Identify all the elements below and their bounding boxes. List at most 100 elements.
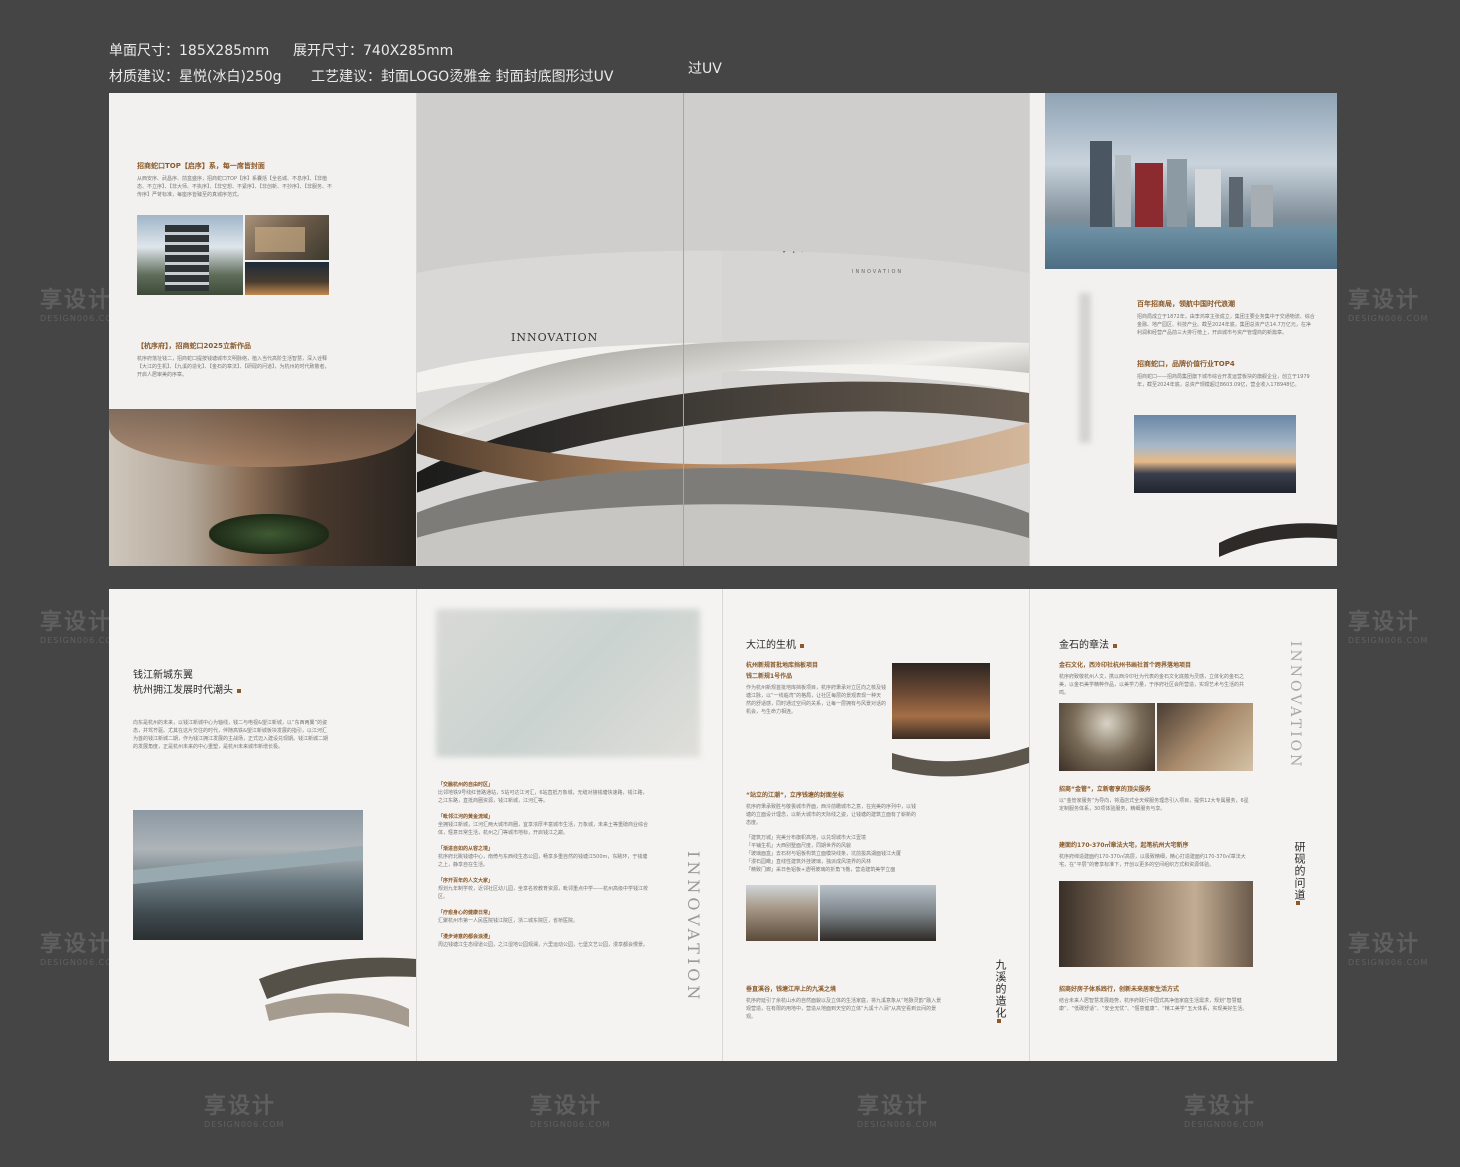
watermark: 享设计 DESIGN006.COM <box>530 1088 610 1129</box>
inner2-sec1-title: 杭州新规首批地库挡板项目 <box>746 662 819 669</box>
inner3-sec4-body: 结合未来人居智慧发展趋势，杭序府践行中国式高净值家庭生活需求，规划“智慧健康”、… <box>1059 998 1248 1012</box>
cover-top-arc <box>416 93 1029 273</box>
inner1-arc-strip <box>259 957 416 1027</box>
item-2-title: 「毗邻江河的黄金流域」 <box>438 814 494 820</box>
watermark: 享设计 DESIGN006.COM <box>857 1088 937 1129</box>
inner2-vertical-title: 九溪的造化 <box>994 959 1007 1019</box>
item-3-title: 「渐进自如的从容之境」 <box>438 846 494 852</box>
outer-right-panel: 百年招商局，领航中国时代浪潮 招商局成立于1872年，由李鸿章主张成立，集团主要… <box>1029 93 1337 566</box>
watermark-main: 享设计 <box>204 1094 277 1119</box>
inner-panel-4: 金石的章法 金石文化，西泠印社杭州书画社首个跨界落地项目 杭序府致敬杭州人文，携… <box>1029 589 1337 1061</box>
outer-right-sec2-body: 招商蛇口——招商局集团旗下城市综合开发运营板块的旗舰企业，创立于1979年，截至… <box>1137 374 1310 388</box>
outer-fold-3 <box>1029 93 1030 566</box>
item-6-body: 周边钱塘江生态绿道公园，之江湿地公园观澜，六里运动公园，七堡文艺公园，漫享都会慢… <box>438 942 649 948</box>
city-aerial-photo <box>133 810 363 940</box>
inner1-title-line2: 杭州拥江发展时代潮头 <box>133 684 241 698</box>
title-marker <box>1113 643 1117 648</box>
inner-fold-2 <box>722 589 723 1061</box>
spec-unfold-size: 展开尺寸：740X285mm <box>293 43 454 59</box>
watermark-sub: DESIGN006.COM <box>1184 1120 1265 1129</box>
outer-right-sec1-body: 招商局成立于1872年，由李鸿章主张成立，集团主要业务集中于交通物流、综合金融、… <box>1137 314 1315 336</box>
watermark-sub: DESIGN006.COM <box>530 1120 611 1129</box>
clubhouse-photo <box>1157 703 1253 771</box>
inner1-title-line1: 钱江新城东翼 <box>133 670 193 681</box>
inner-panel-3: 大江的生机 杭州新规首批地库挡板项目 钱二新规1号作品 作为杭州新规首批地库挡板… <box>722 589 1029 1061</box>
blurred-vertical-text <box>1079 293 1091 443</box>
skyline-photo <box>1045 93 1337 269</box>
villa-photo <box>245 215 329 260</box>
inner1-intro: 向东是杭州的未来，以钱江新城中心为轴线，钱二与电视&望江新城，以“东西两翼”的姿… <box>133 720 329 750</box>
inner1-vertical-word: INNOVATION <box>684 851 703 1004</box>
inner2-sec1-body: 作为杭州新规首批地库挡板项目，杭序府秉承对立区向之核及钱塘江脉，以“一线临湾”的… <box>746 685 886 715</box>
inner-fold-3 <box>1029 589 1030 1061</box>
entrance-photo <box>109 409 416 566</box>
inner2-title-text: 大江的生机 <box>746 640 796 651</box>
outer-left-sec1-title: 招商蛇口TOP【启序】系，每一席皆封面 <box>137 162 265 170</box>
inner3-sec2-body: 以“金管家服务”为导向，将酒店式全天候服务理念引入项目，提供12大专属服务，6星… <box>1059 798 1249 812</box>
list-item: 「平铺生机」大西别墅面尺度，同期世界的风貌 <box>746 843 852 849</box>
inner-fold-1 <box>416 589 417 1061</box>
watermark-main: 享设计 <box>857 1094 930 1119</box>
canopy-photo <box>245 262 329 295</box>
courtyard-photo <box>1059 703 1155 771</box>
watermark-main: 享设计 <box>1348 932 1421 957</box>
inner1-title-line2-text: 杭州拥江发展时代潮头 <box>133 685 233 696</box>
spec-uv-note: 过UV <box>688 61 722 77</box>
outer-sheet: 招商蛇口TOP【启序】系，每一席皆封面 从西安序、武昌序、前盒盛序，招商蛇口TO… <box>109 93 1337 566</box>
inner2-sec3-title: 垂直溪谷，钱塘江岸上的九溪之境 <box>746 986 837 993</box>
spec-material: 材质建议：星悦(冰白)250g <box>109 69 282 85</box>
watermark-sub: DESIGN006.COM <box>857 1120 938 1129</box>
watermark-main: 享设计 <box>1348 288 1421 313</box>
watermark: 享设计 DESIGN006.COM <box>1184 1088 1264 1129</box>
title-marker <box>237 688 241 693</box>
inner2-list: 「建筑万城」完美分布旗帜高地，以兑现城市大江壹境 「平铺生机」大西别墅面尺度，同… <box>746 834 926 874</box>
inner2-arc-strip-1 <box>892 747 1029 777</box>
watermark: 享设计 DESIGN006.COM <box>1348 926 1428 967</box>
watermark-main: 享设计 <box>40 610 113 635</box>
vertical-marker <box>997 1019 1001 1023</box>
item-5-body: 汇聚杭州市第一人民医院钱江院区，浙二城东院区，省桥医院。 <box>438 918 579 924</box>
outer-right-sec2-title: 招商蛇口，品牌价值行业TOP4 <box>1137 360 1235 368</box>
vertical-marker <box>1296 901 1300 905</box>
inner3-sec1-body: 杭序府致敬杭州人文，携以西泠印社为代表的金石文化底蕴为灵感，立体化的金石之美，以… <box>1059 674 1245 696</box>
spec-single-size: 单面尺寸：185X285mm <box>109 43 270 59</box>
inner3-sec4-title: 招商好房子体系践行，创新未来居家生活方式 <box>1059 986 1180 993</box>
watermark-main: 享设计 <box>40 932 113 957</box>
watermark-main: 享设计 <box>1184 1094 1257 1119</box>
watermark-sub: DESIGN006.COM <box>1348 314 1429 323</box>
outer-fold-2 <box>683 93 684 566</box>
outer-left-panel: 招商蛇口TOP【启序】系，每一席皆封面 从西安序、武昌序、前盒盛序，招商蛇口TO… <box>109 93 416 566</box>
title-marker <box>800 643 804 648</box>
inner2-sec2-body: 杭序府秉承致胜与敬畏城市界面，西泠前瞻城市之意，在完美的序列中，以钱塘的立面设计… <box>746 804 916 826</box>
item-2-body: 坐拥钱江新城，江河汇两大城市商圈，宜享浓厚丰富城市生活，万象城，未来土等重磅商业… <box>438 822 649 836</box>
inner2-title: 大江的生机 <box>746 639 804 653</box>
watermark-main: 享设计 <box>1348 610 1421 635</box>
gate-photo <box>746 885 818 941</box>
inner3-vertical-title: 研砚的问道 <box>1293 841 1306 901</box>
inner3-vertical-word: INNOVATION <box>1287 641 1303 770</box>
outer-fold-1 <box>416 93 417 566</box>
list-item: 「精致门廊」采日色铝板+透明玻璃的折角飞檐，营造建筑美学立面 <box>746 867 896 873</box>
cover-brand-word: INNOVATION <box>511 331 599 344</box>
item-6-title: 「漫步诗意的都会浪漫」 <box>438 934 494 940</box>
inner-panel-1: 钱江新城东翼 杭州拥江发展时代潮头 向东是杭州的未来，以钱江新城中心为轴线，钱二… <box>109 589 416 1061</box>
inner3-title-text: 金石的章法 <box>1059 640 1109 651</box>
item-1-title: 「交融杭州的自由时区」 <box>438 782 494 788</box>
blurred-map <box>436 609 700 757</box>
inner-sheet: 钱江新城东翼 杭州拥江发展时代潮头 向东是杭州的未来，以钱江新城中心为轴线，钱二… <box>109 589 1337 1061</box>
item-1-body: 比邻地铁9号线红普路通站，5站可达江河汇，6站直抵万象城，无缝对接钱塘快速路，钱… <box>438 790 648 804</box>
cover-arc-artwork <box>416 93 1029 566</box>
item-5-title: 「疗愈身心的健康日常」 <box>438 910 494 916</box>
watermark-main: 享设计 <box>530 1094 603 1119</box>
outer-right-arc-strip <box>1219 523 1337 557</box>
list-item: 「建筑万城」完美分布旗帜高地，以兑现城市大江壹境 <box>746 835 867 841</box>
watermark-sub: DESIGN006.COM <box>204 1120 285 1129</box>
outer-left-sec2-title: 【杭序府】，招商蛇口2025立新作品 <box>137 342 251 350</box>
inner-panel-2: 「交融杭州的自由时区」 比邻地铁9号线红普路通站，5站可达江河汇，6站直抵万象城… <box>416 589 722 1061</box>
inner3-sec2-title: 招商“金管”，立新奢享的顶尖服务 <box>1059 786 1151 793</box>
inner3-sec3-body: 杭序府缔造建面约170-370㎡高层，以极致精细，精心打造建面约170-370㎡… <box>1059 854 1246 868</box>
outer-right-sec1-title: 百年招商局，领航中国时代浪潮 <box>1137 300 1235 308</box>
inner3-sec3-title: 建面约170-370㎡章法大宅，起笔杭州大宅新序 <box>1059 842 1189 849</box>
list-item: 「玻璃面盒」去石材与铝板构筑立面模块线条，坑前拔高湖面钱江大厦 <box>746 851 902 857</box>
spec-craft: 工艺建议：封面LOGO烫雅金 封面封底图形过UV <box>311 69 614 85</box>
